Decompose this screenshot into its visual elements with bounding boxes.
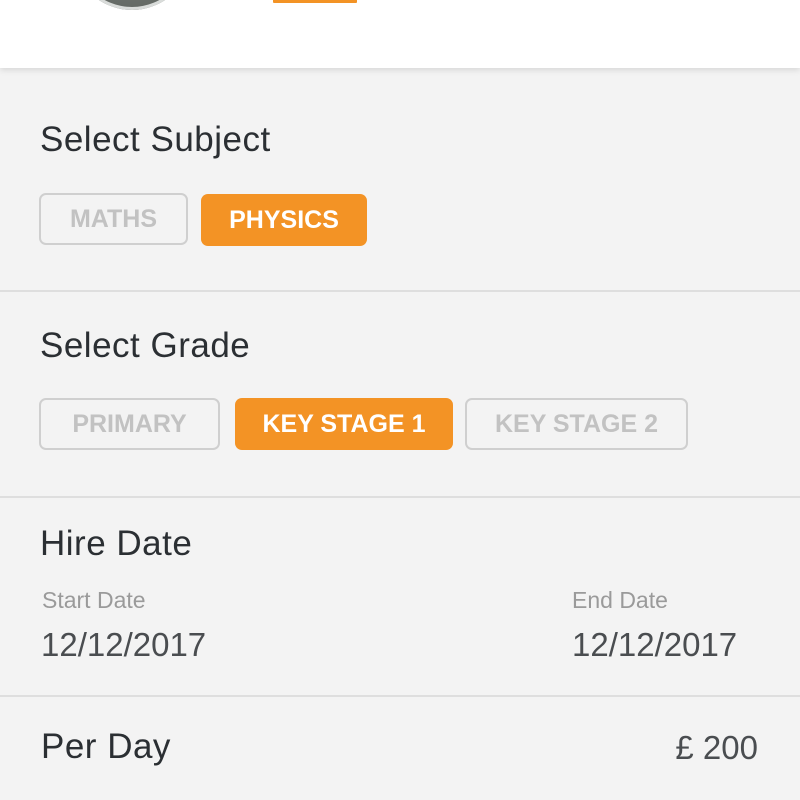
subject-chip-physics[interactable]: PHYSICS <box>201 194 367 246</box>
header-badge <box>273 0 357 3</box>
rate-label: Per Day <box>41 727 171 766</box>
rate-section: Per Day £ 200 <box>0 697 800 800</box>
grade-section: Select Grade PRIMARY KEY STAGE 1 KEY STA… <box>0 292 800 498</box>
profile-header <box>0 0 800 68</box>
subject-title: Select Subject <box>40 120 271 159</box>
grade-title: Select Grade <box>40 326 251 365</box>
grade-chip-key-stage-1[interactable]: KEY STAGE 1 <box>235 398 453 450</box>
rate-value: £ 200 <box>675 729 758 766</box>
hire-date-title: Hire Date <box>40 524 193 563</box>
start-date-value[interactable]: 12/12/2017 <box>41 626 206 664</box>
subject-section: Select Subject MATHS PHYSICS <box>0 68 800 292</box>
grade-chip-key-stage-2[interactable]: KEY STAGE 2 <box>465 398 688 450</box>
hire-tutor-screen: Select Subject MATHS PHYSICS Select Grad… <box>0 0 800 800</box>
grade-chip-primary[interactable]: PRIMARY <box>39 398 220 450</box>
avatar-ring <box>72 0 192 10</box>
start-date-label: Start Date <box>42 587 146 613</box>
end-date-label: End Date <box>572 587 668 613</box>
subject-chip-maths[interactable]: MATHS <box>39 193 188 245</box>
end-date-value[interactable]: 12/12/2017 <box>572 626 737 664</box>
hire-date-section: Hire Date Start Date 12/12/2017 End Date… <box>0 498 800 697</box>
